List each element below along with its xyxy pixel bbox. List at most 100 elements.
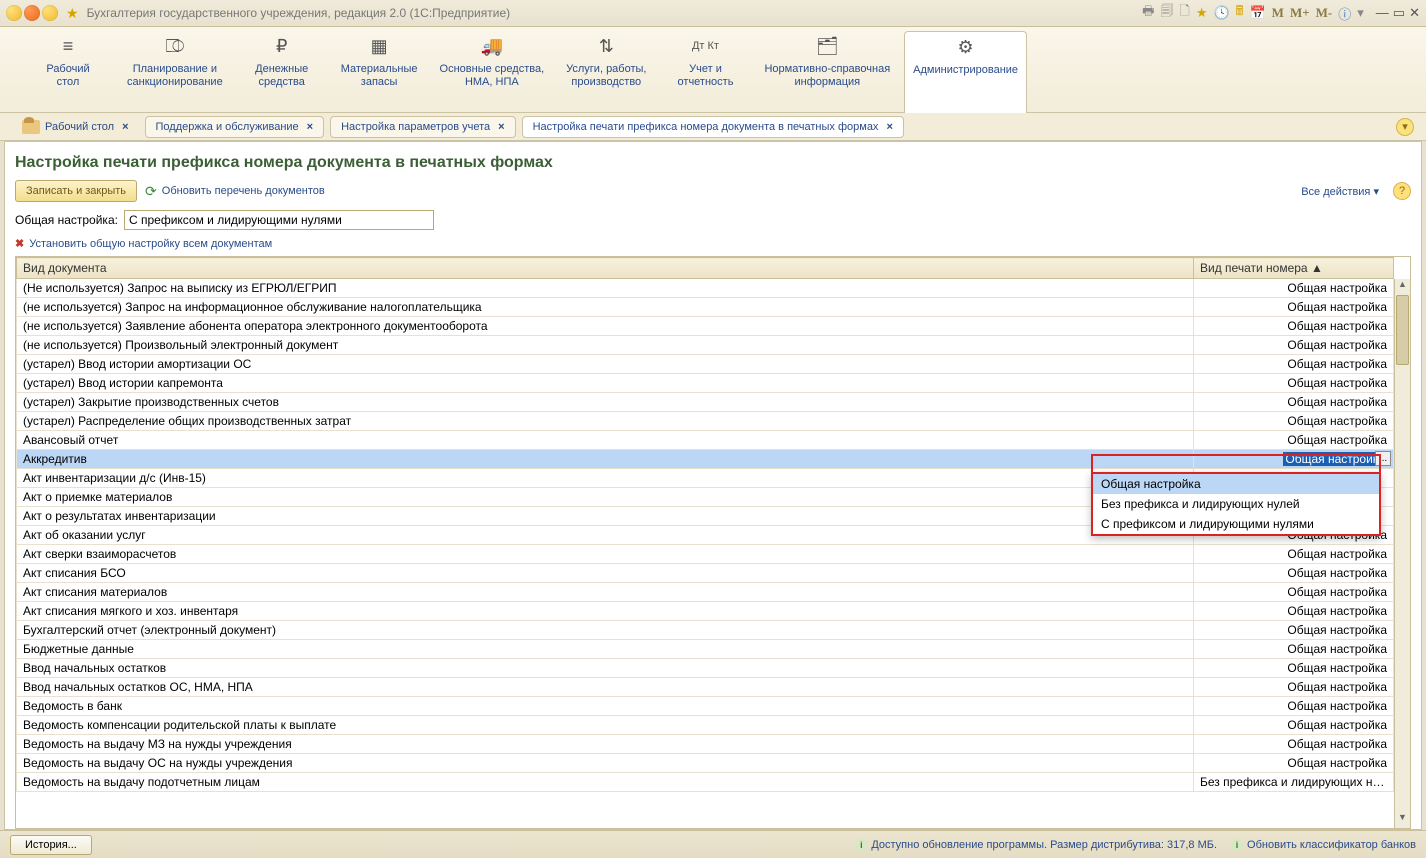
nav-accounting[interactable]: Дт КтУчет и отчетность: [660, 35, 750, 89]
apply-all-button[interactable]: ✖Установить общую настройку всем докумен…: [15, 237, 272, 250]
table-row[interactable]: Ведомость в банкОбщая настройка: [17, 697, 1394, 716]
save-close-button[interactable]: Записать и закрыть: [15, 180, 137, 202]
cell-print-type[interactable]: Общая настройка: [1194, 678, 1394, 697]
table-row[interactable]: Авансовый отчетОбщая настройка: [17, 431, 1394, 450]
table-row[interactable]: (не используется) Запрос на информационн…: [17, 298, 1394, 317]
notifications-button[interactable]: ▾: [1396, 118, 1414, 136]
table-row[interactable]: Акт списания мягкого и хоз. инвентаряОбщ…: [17, 602, 1394, 621]
table-row[interactable]: (устарел) Распределение общих производст…: [17, 412, 1394, 431]
table-row[interactable]: Ведомость на выдачу МЗ на нужды учрежден…: [17, 735, 1394, 754]
favorite-star-icon[interactable]: ★: [66, 5, 79, 22]
table-row[interactable]: (не используется) Заявление абонента опе…: [17, 317, 1394, 336]
table-row[interactable]: (устарел) Ввод истории амортизации ОСОбщ…: [17, 355, 1394, 374]
cell-print-type[interactable]: Общая настройка: [1194, 298, 1394, 317]
cell-print-type[interactable]: Общая настройка: [1194, 431, 1394, 450]
dropdown-option-general[interactable]: Общая настройка: [1093, 474, 1379, 494]
cell-print-type[interactable]: Общая настройка: [1194, 697, 1394, 716]
nav-reference[interactable]: 🗂Нормативно-справочная информация: [756, 35, 898, 89]
star2-icon[interactable]: ★: [1196, 5, 1208, 21]
cell-print-type[interactable]: Общая настройка: [1194, 735, 1394, 754]
table-row[interactable]: Акт списания материаловОбщая настройка: [17, 583, 1394, 602]
cell-print-type[interactable]: Без префикса и лидирующих нулей: [1194, 773, 1394, 792]
dropdown-icon[interactable]: ▾: [1357, 5, 1364, 21]
nav-assets[interactable]: 🚚Основные средства, НМА, НПА: [432, 35, 553, 89]
cell-print-type[interactable]: Общая настройка: [1194, 754, 1394, 773]
scroll-down-icon[interactable]: ▼: [1395, 812, 1410, 828]
tab-params[interactable]: Настройка параметров учета×: [330, 116, 515, 138]
col-doc-type[interactable]: Вид документа: [17, 258, 1194, 279]
tab-desktop[interactable]: Рабочий стол×: [12, 116, 139, 138]
table-row[interactable]: Ведомость на выдачу подотчетным лицамБез…: [17, 773, 1394, 792]
tab-close-icon[interactable]: ×: [886, 121, 892, 133]
cell-print-type[interactable]: Общая настройка: [1194, 716, 1394, 735]
table-row[interactable]: Акт сверки взаиморасчетовОбщая настройка: [17, 545, 1394, 564]
cell-print-type[interactable]: Общая настройка: [1194, 393, 1394, 412]
table-row[interactable]: Акт списания БСООбщая настройка: [17, 564, 1394, 583]
table-row[interactable]: Ведомость на выдачу ОС на нужды учрежден…: [17, 754, 1394, 773]
cell-edit-button[interactable]: ...: [1375, 451, 1391, 466]
calendar-icon[interactable]: 📅: [1249, 5, 1265, 21]
help-button[interactable]: ?: [1393, 182, 1411, 200]
table-row[interactable]: Ведомость компенсации родительской платы…: [17, 716, 1394, 735]
window-button-1[interactable]: [6, 5, 22, 21]
close-icon[interactable]: ✕: [1409, 5, 1420, 21]
memory-mminus-button[interactable]: M-: [1316, 5, 1333, 21]
cell-print-type[interactable]: Общая настройка: [1194, 659, 1394, 678]
dropdown-option-withprefix[interactable]: С префиксом и лидирующими нулями: [1093, 514, 1379, 534]
table-row[interactable]: (устарел) Закрытие производственных счет…: [17, 393, 1394, 412]
general-setting-input[interactable]: [124, 210, 434, 230]
cell-print-type[interactable]: Общая настройка: [1194, 317, 1394, 336]
table-row[interactable]: (устарел) Ввод истории капремонтаОбщая н…: [17, 374, 1394, 393]
col-print-type[interactable]: Вид печати номера ▲: [1194, 258, 1394, 279]
table-row[interactable]: (Не используется) Запрос на выписку из Е…: [17, 279, 1394, 298]
nav-money[interactable]: ₽Денежные средства: [237, 35, 327, 89]
doc-icon[interactable]: 🗐: [1160, 2, 1173, 24]
window-button-2[interactable]: [24, 5, 40, 21]
dropdown-option-noprefix[interactable]: Без префикса и лидирующих нулей: [1093, 494, 1379, 514]
cell-print-type[interactable]: Общая настройка: [1194, 602, 1394, 621]
cell-print-type[interactable]: Общая настройка: [1194, 374, 1394, 393]
calc-icon[interactable]: 🖩: [1236, 2, 1244, 24]
page-icon[interactable]: 🗋: [1179, 2, 1189, 24]
cell-print-type[interactable]: Общая настройка: [1194, 412, 1394, 431]
all-actions-button[interactable]: Все действия ▾: [1301, 185, 1379, 198]
table-row[interactable]: Ввод начальных остатков ОС, НМА, НПАОбща…: [17, 678, 1394, 697]
nav-services[interactable]: ⇅Услуги, работы, производство: [558, 35, 654, 89]
cell-print-type[interactable]: Общая настройка: [1194, 564, 1394, 583]
print-icon[interactable]: 🖶: [1142, 2, 1154, 24]
cell-print-type[interactable]: Общая настройка: [1194, 545, 1394, 564]
table-row[interactable]: Ввод начальных остатковОбщая настройка: [17, 659, 1394, 678]
update-available-link[interactable]: iДоступно обновление программы. Размер д…: [855, 839, 1217, 851]
vertical-scrollbar[interactable]: ▲ ▼: [1394, 279, 1410, 828]
print-type-dropdown[interactable]: Общая настройка Без префикса и лидирующи…: [1091, 472, 1381, 536]
cell-print-type[interactable]: Общая настройка: [1194, 336, 1394, 355]
cell-print-type[interactable]: Общая настройка: [1194, 640, 1394, 659]
nav-planning[interactable]: ⎄Планирование и санкционирование: [119, 35, 231, 89]
table-row[interactable]: АккредитивОбщая настройка...: [17, 450, 1394, 469]
nav-materials[interactable]: ▦Материальные запасы: [333, 35, 426, 89]
cell-print-type[interactable]: Общая настройка: [1194, 279, 1394, 298]
cell-print-type[interactable]: Общая настройка: [1194, 355, 1394, 374]
nav-desktop[interactable]: ≡Рабочий стол: [23, 35, 113, 89]
cell-print-type[interactable]: Общая настройка: [1194, 621, 1394, 640]
memory-m-button[interactable]: M: [1272, 5, 1284, 21]
history-icon[interactable]: 🕓: [1213, 5, 1229, 21]
table-row[interactable]: Бюджетные данныеОбщая настройка: [17, 640, 1394, 659]
cell-print-type[interactable]: Общая настройка: [1194, 583, 1394, 602]
tab-close-icon[interactable]: ×: [498, 121, 504, 133]
history-button[interactable]: История...: [10, 835, 92, 855]
cell-print-type[interactable]: Общая настройка...: [1194, 450, 1394, 469]
scroll-up-icon[interactable]: ▲: [1395, 279, 1410, 295]
tab-close-icon[interactable]: ×: [307, 121, 313, 133]
maximize-icon[interactable]: ▭: [1393, 5, 1405, 21]
info-icon[interactable]: ⓘ: [1338, 4, 1351, 23]
tab-prefix-settings[interactable]: Настройка печати префикса номера докумен…: [522, 116, 904, 138]
tab-close-icon[interactable]: ×: [122, 121, 128, 133]
tab-support[interactable]: Поддержка и обслуживание×: [145, 116, 325, 138]
table-row[interactable]: (не используется) Произвольный электронн…: [17, 336, 1394, 355]
table-row[interactable]: Бухгалтерский отчет (электронный докумен…: [17, 621, 1394, 640]
nav-admin[interactable]: ⚙Администрирование: [904, 31, 1027, 113]
refresh-list-button[interactable]: ⟳Обновить перечень документов: [145, 183, 325, 200]
window-button-3[interactable]: [42, 5, 58, 21]
scrollbar-thumb[interactable]: [1396, 295, 1409, 365]
